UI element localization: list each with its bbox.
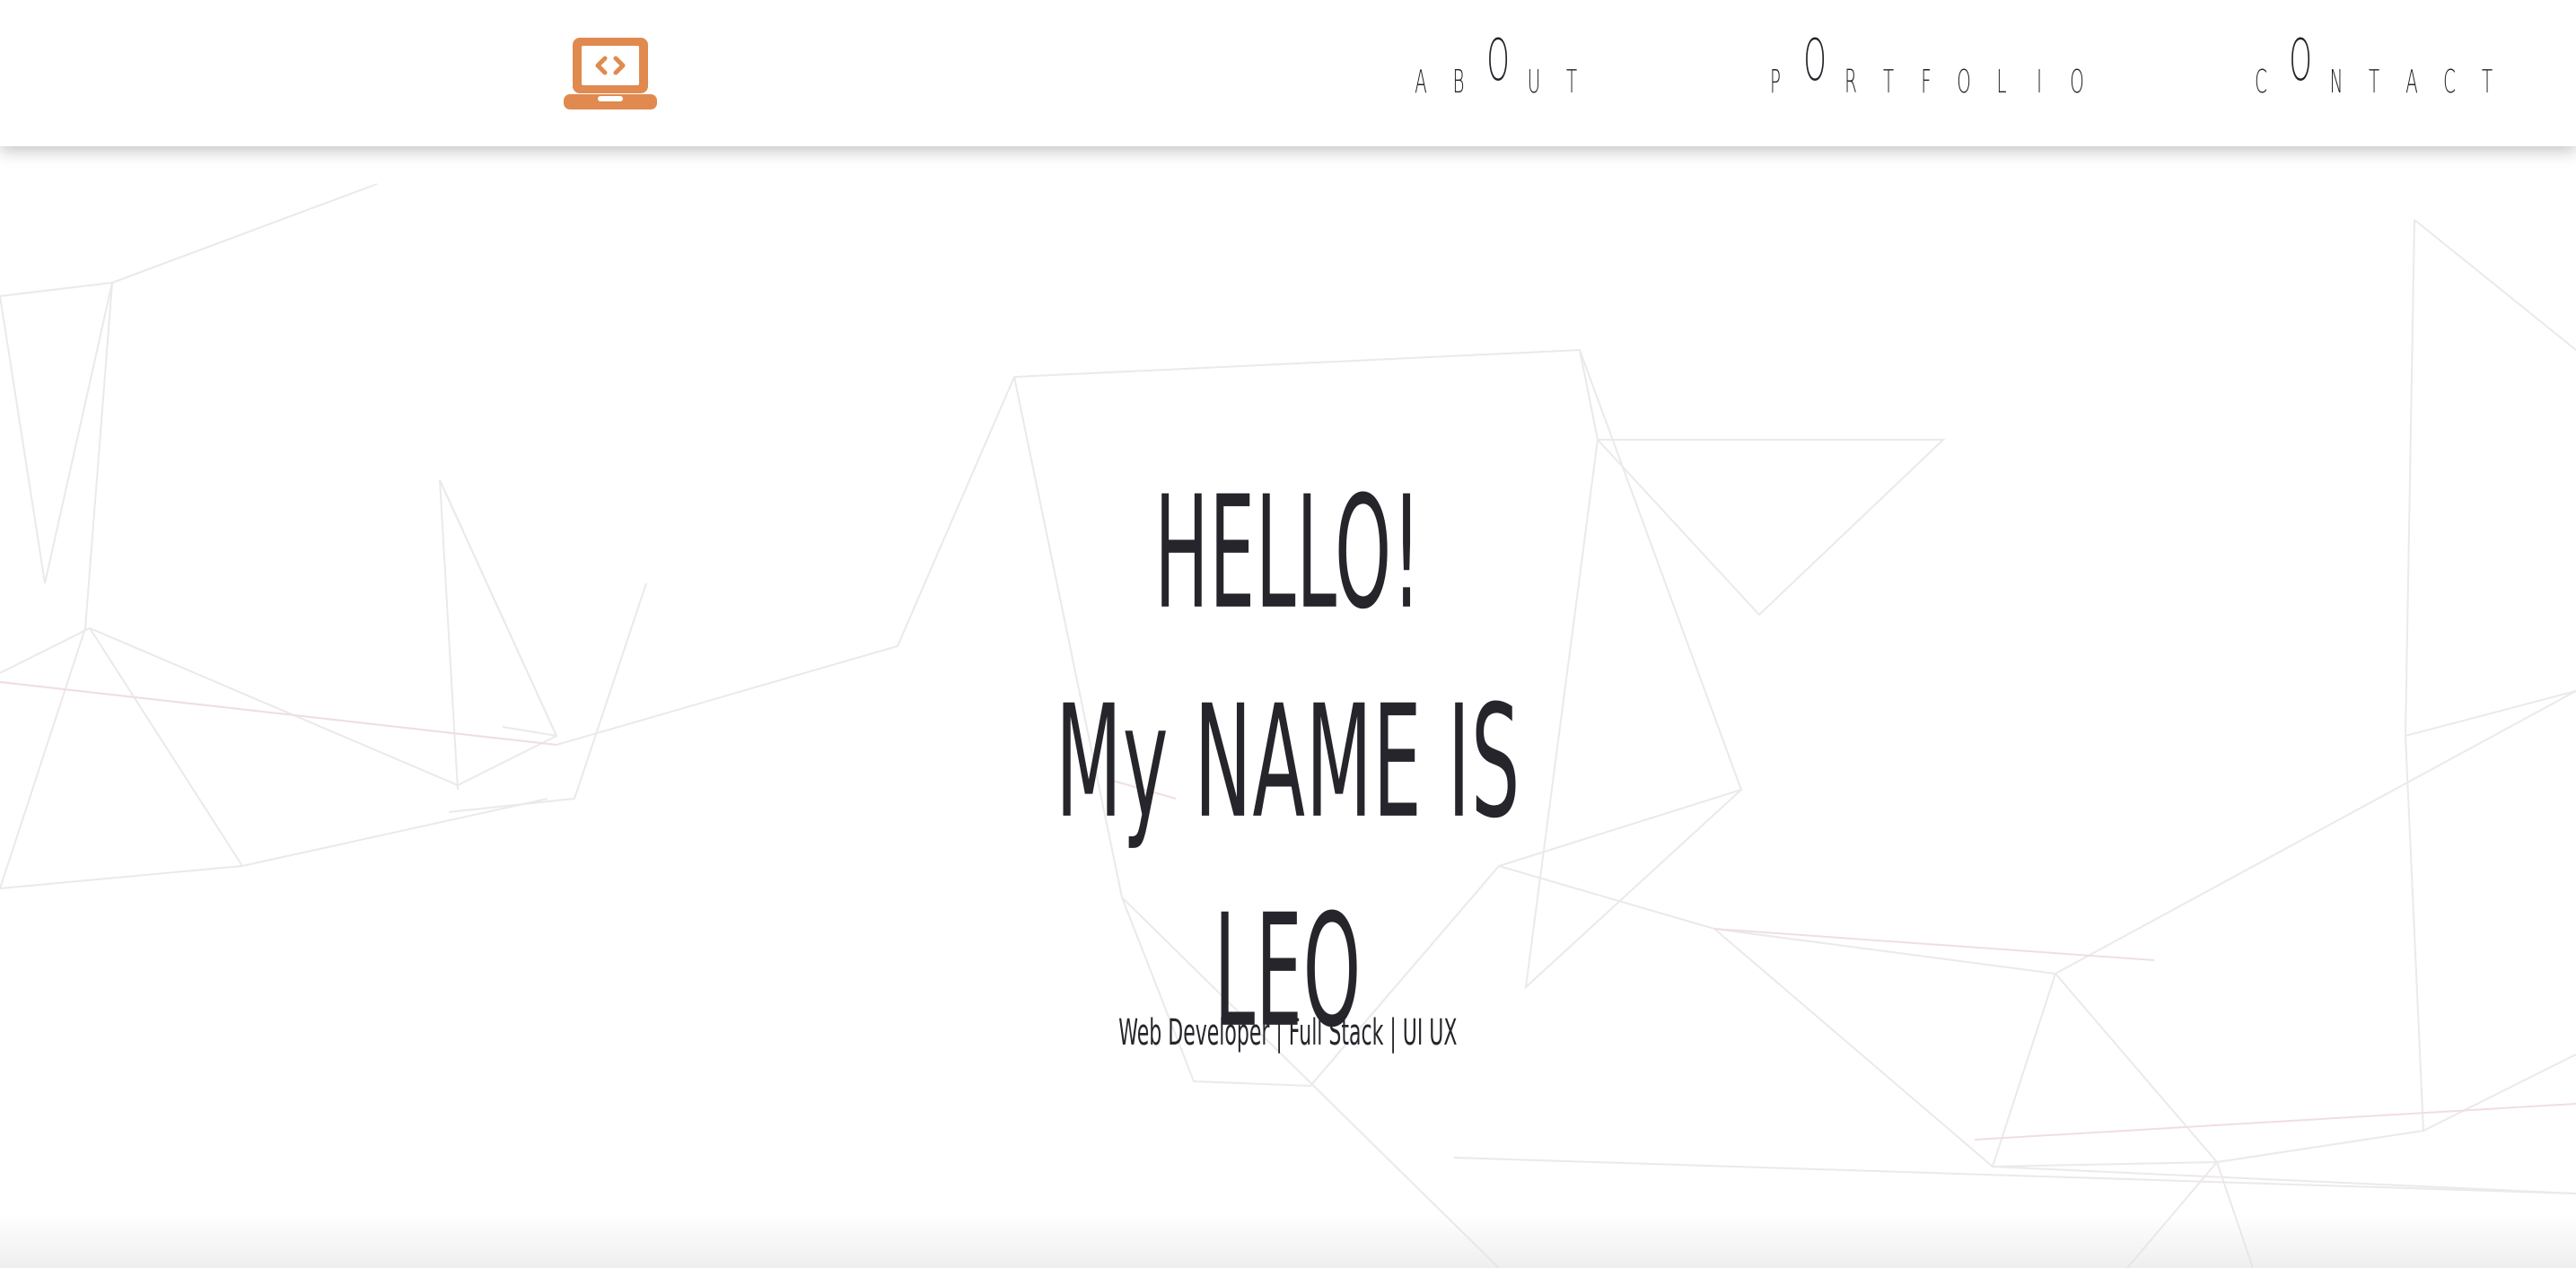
nav-letter: F — [1921, 64, 1932, 101]
nav-letter: I — [2037, 64, 2042, 101]
hero-greeting: HELLO! — [0, 471, 2576, 634]
nav-letter: T — [1882, 64, 1895, 101]
navbar: A B O U T P O R T F O L I O C O N T A C … — [0, 0, 2576, 146]
page: A B O U T P O R T F O L I O C O N T A C … — [0, 0, 2576, 1268]
nav-letter: B — [1452, 64, 1465, 101]
nav-letter: O — [2289, 28, 2312, 94]
nav-letter: A — [1415, 64, 1427, 101]
nav-letter: O — [1957, 64, 1971, 101]
nav-letter: A — [2405, 64, 2418, 101]
nav-letter: T — [2481, 64, 2493, 101]
nav-letter: O — [1486, 28, 1510, 94]
nav-letter: N — [2329, 64, 2344, 101]
nav-letter: O — [1803, 28, 1827, 94]
nav-link-portfolio[interactable]: P O R T F O L I O — [1757, 32, 2096, 101]
hero-intro-text: My NAME IS — [1055, 671, 1521, 853]
bottom-shadow — [0, 1214, 2576, 1268]
nav-letter: T — [1565, 64, 1578, 101]
nav-letter: O — [2070, 64, 2084, 101]
hero-intro: My NAME IS — [0, 680, 2576, 844]
nav-letter: C — [2443, 64, 2456, 101]
hero-subtitle-text: Web Developer | Full Stack | UI UX — [1118, 1012, 1458, 1054]
nav-letter: P — [1770, 64, 1781, 101]
nav-link-contact[interactable]: C O N T A C T — [2242, 32, 2506, 101]
hero-subtitle: Web Developer | Full Stack | UI UX — [0, 1015, 2576, 1051]
nav-letter: R — [1844, 64, 1857, 101]
nav-letter: C — [2255, 64, 2267, 101]
hero-greeting-text: HELLO! — [1154, 462, 1422, 643]
logo-button[interactable] — [564, 36, 657, 113]
nav-link-about[interactable]: A B O U T — [1402, 32, 1590, 101]
nav-letter: U — [1527, 64, 1541, 101]
nav-letter: T — [2368, 64, 2380, 101]
nav-letter: L — [1996, 64, 2007, 101]
laptop-code-icon — [564, 38, 657, 109]
